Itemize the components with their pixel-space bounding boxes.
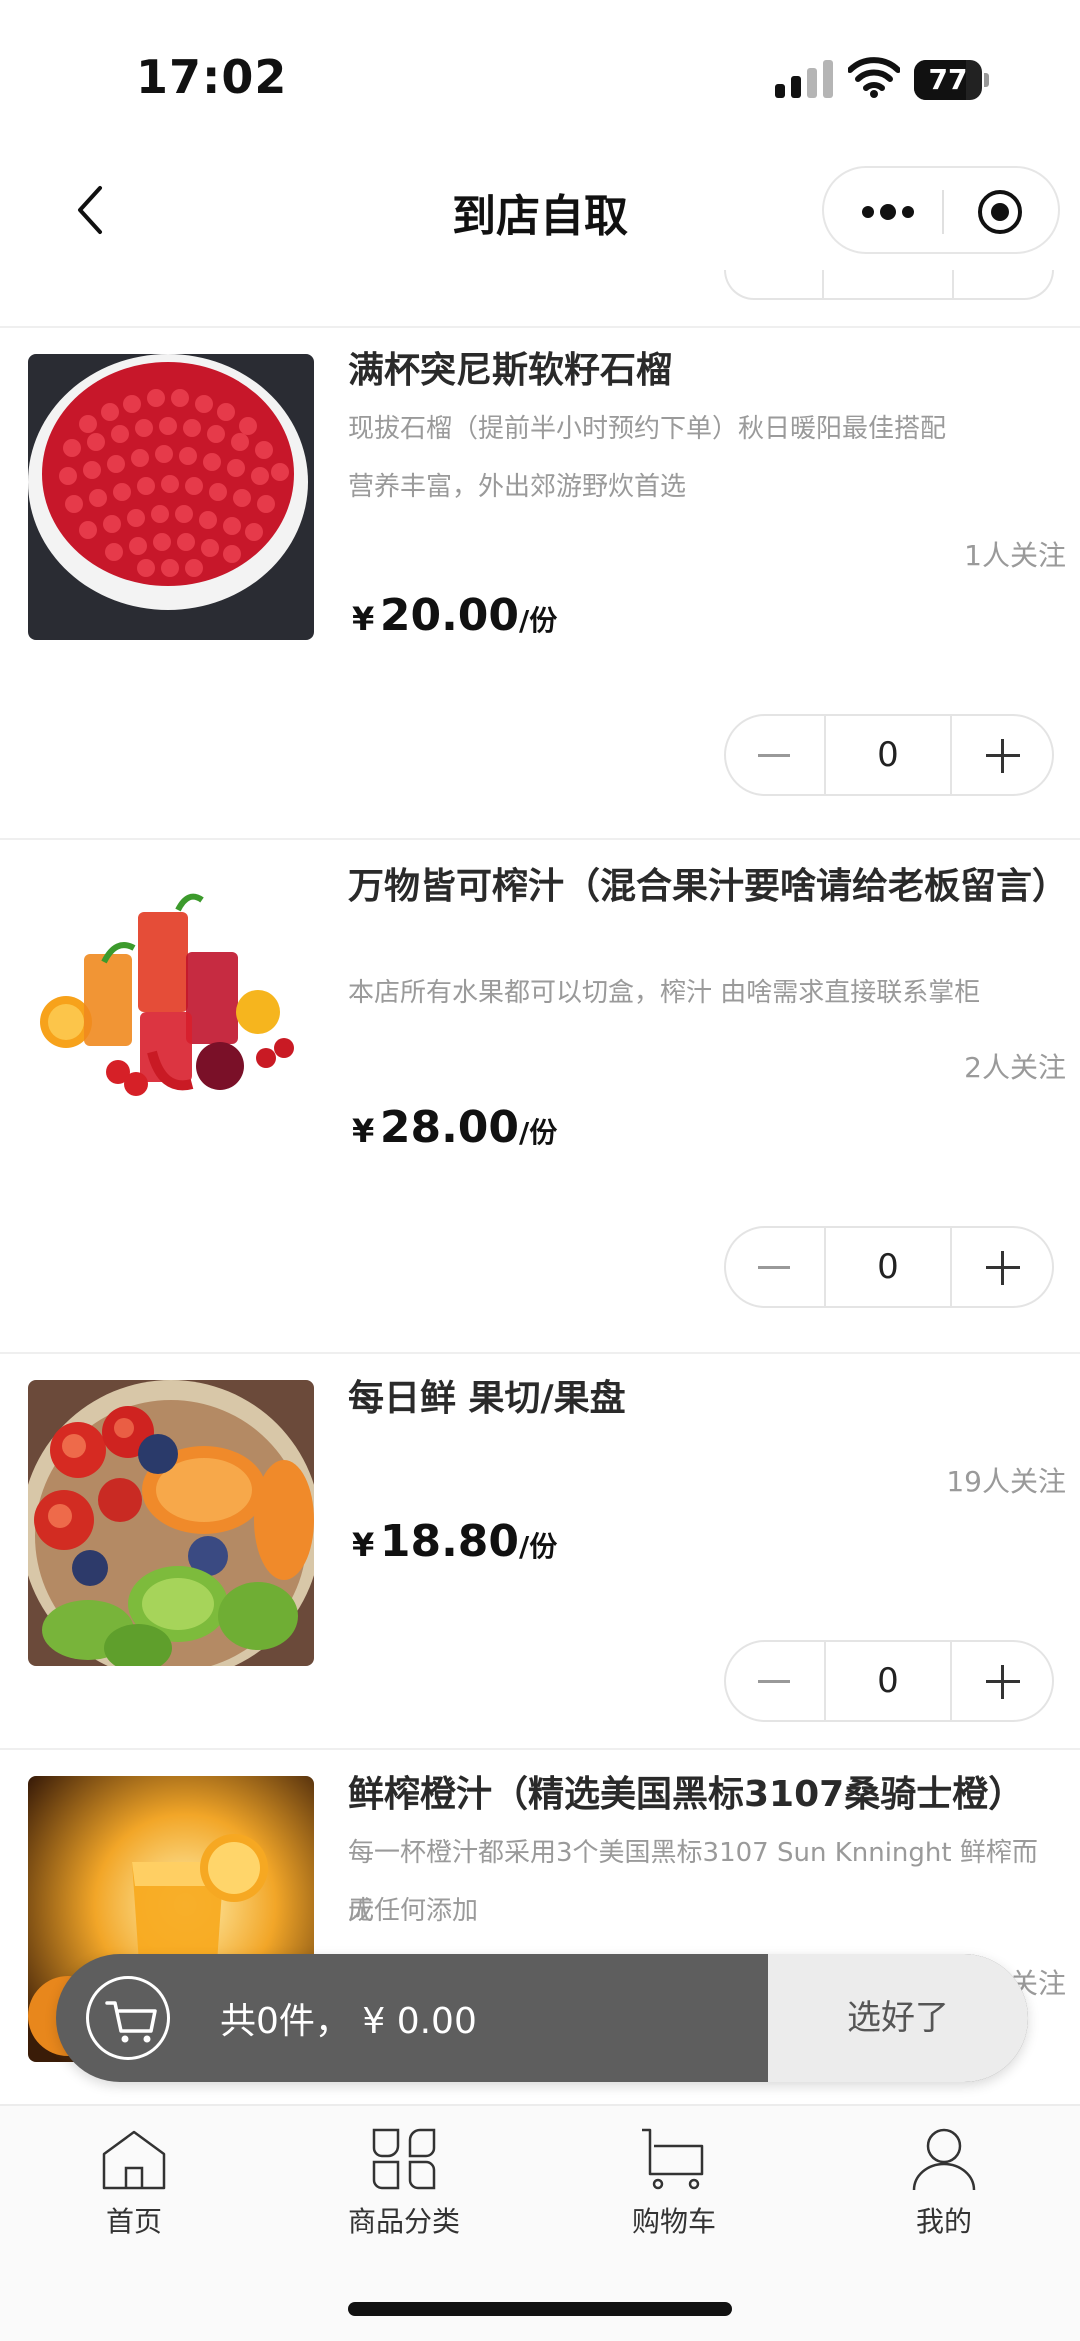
cart-summary-bar: 共0件， ¥ 0.00 选好了 — [56, 1954, 1028, 2082]
product-image-pomegranate[interactable] — [28, 354, 314, 640]
user-icon — [912, 2128, 976, 2191]
price-currency: ¥ — [352, 1526, 375, 1564]
tab-label: 购物车 — [631, 2205, 716, 2238]
confirm-button[interactable]: 选好了 — [768, 1954, 1028, 2082]
decrease-button[interactable] — [726, 1228, 824, 1306]
category-icon — [372, 2128, 436, 2190]
product-price: ¥ 28.00/份 — [352, 1102, 557, 1153]
tab-label: 首页 — [105, 2205, 162, 2238]
followers-count: 19人关注 — [946, 1465, 1066, 1498]
battery-icon: 77 — [914, 60, 989, 100]
cart-icon — [642, 2128, 704, 2190]
followers-count: 1人关注 — [964, 539, 1066, 572]
product-price: ¥ 20.00/份 — [352, 590, 557, 641]
wifi-icon — [848, 57, 900, 98]
price-unit: /份 — [519, 604, 558, 637]
product-desc-line: 现拔石榴（提前半小时预约下单）秋日暖阳最佳搭配 — [348, 414, 947, 444]
quantity-stepper: 0 — [724, 1640, 1054, 1722]
product-desc-line: 本店所有水果都可以切盒，榨汁 由啥需求直接联系掌柜 — [348, 978, 981, 1008]
price-unit: /份 — [519, 1530, 558, 1563]
home-icon — [102, 2130, 166, 2190]
quantity-value[interactable]: 0 — [824, 716, 952, 794]
price-currency: ¥ — [352, 600, 375, 638]
product-name: 每日鲜 果切/果盘 — [348, 1378, 626, 1419]
product-image-juice[interactable] — [28, 862, 314, 1148]
increase-button[interactable] — [952, 716, 1052, 794]
product-desc-line: 无任何添加 — [348, 1896, 479, 1926]
product-name: 鲜榨橙汁（精选美国黑标3107桑骑士橙） — [348, 1774, 1025, 1815]
product-price: ¥ 18.80/份 — [352, 1516, 557, 1567]
battery-percent: 77 — [928, 63, 968, 96]
product-name: 万物皆可榨汁（混合果汁要啥请给老板留言） — [348, 866, 1069, 907]
status-bar: 17:02 77 — [0, 0, 1080, 150]
more-dots-icon[interactable] — [858, 198, 918, 226]
target-icon[interactable] — [976, 188, 1024, 236]
price-currency: ¥ — [352, 1112, 375, 1150]
product-list[interactable]: 满杯突尼斯软籽石榴 现拔石榴（提前半小时预约下单）秋日暖阳最佳搭配 营养丰富，外… — [0, 270, 1080, 2110]
cart-icon — [105, 2001, 157, 2043]
chevron-left-icon[interactable] — [62, 178, 122, 242]
quantity-stepper: 0 — [724, 714, 1054, 796]
product-item[interactable]: 每日鲜 果切/果盘 19人关注 ¥ 18.80/份 0 — [0, 1352, 1080, 1748]
decrease-button[interactable] — [726, 716, 824, 794]
price-unit: /份 — [519, 1116, 558, 1149]
product-image-fruit-bowl[interactable] — [28, 1380, 314, 1666]
product-item[interactable]: 万物皆可榨汁（混合果汁要啥请给老板留言） 本店所有水果都可以切盒，榨汁 由啥需求… — [0, 838, 1080, 1352]
decrease-button[interactable] — [726, 1642, 824, 1720]
quantity-value[interactable]: 0 — [824, 1228, 952, 1306]
price-amount: 18.80 — [379, 1516, 520, 1567]
tab-category[interactable]: 商品分类 — [304, 2120, 504, 2260]
status-time: 17:02 — [136, 50, 288, 104]
quantity-stepper: 0 — [724, 1226, 1054, 1308]
capsule-divider — [942, 190, 944, 234]
cart-button[interactable] — [86, 1976, 170, 2060]
tab-profile[interactable]: 我的 — [844, 2120, 1044, 2260]
cellular-signal-icon — [775, 60, 833, 98]
cart-total: 共0件， ¥ 0.00 — [220, 2001, 477, 2042]
product-name: 满杯突尼斯软籽石榴 — [348, 350, 673, 391]
quantity-stepper-partial[interactable] — [724, 270, 1054, 300]
mini-program-capsule — [822, 166, 1060, 254]
increase-button[interactable] — [952, 1228, 1052, 1306]
tab-label: 商品分类 — [347, 2205, 460, 2238]
product-desc-line: 营养丰富，外出郊游野炊首选 — [348, 472, 687, 502]
home-indicator[interactable] — [348, 2302, 732, 2316]
followers-count: 2人关注 — [964, 1051, 1066, 1084]
tab-label: 我的 — [915, 2205, 972, 2238]
nav-bar: 到店自取 — [0, 150, 1080, 270]
tab-home[interactable]: 首页 — [34, 2120, 234, 2260]
page-title: 到店自取 — [452, 191, 628, 242]
price-amount: 28.00 — [379, 1102, 520, 1153]
price-amount: 20.00 — [379, 590, 520, 641]
quantity-value[interactable]: 0 — [824, 1642, 952, 1720]
increase-button[interactable] — [952, 1642, 1052, 1720]
tab-cart[interactable]: 购物车 — [574, 2120, 774, 2260]
product-item[interactable]: 满杯突尼斯软籽石榴 现拔石榴（提前半小时预约下单）秋日暖阳最佳搭配 营养丰富，外… — [0, 326, 1080, 838]
